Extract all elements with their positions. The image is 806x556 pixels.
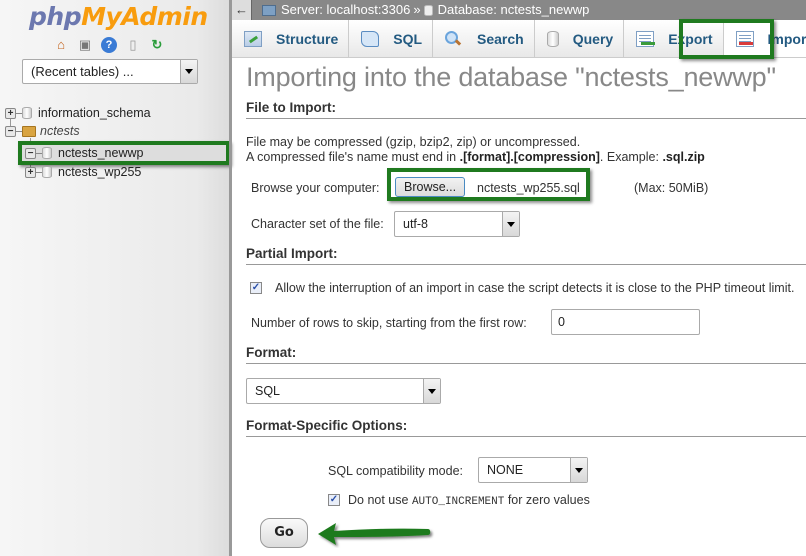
expand-icon[interactable]: + [5,107,16,119]
tab-label: Query [572,30,614,47]
tab-label: SQL [393,30,423,47]
sql-compat-select[interactable]: NONE [478,457,588,483]
selected-file-name: nctests_wp255.sql [477,181,580,195]
section-heading-format-specific-options: Format-Specific Options: [246,418,806,437]
sql-compat-label: SQL compatibility mode: [328,464,464,478]
section-heading-file-to-import: File to Import: [246,100,806,119]
tab-search[interactable]: Search [433,20,535,57]
tree-item-nctests-wp255[interactable]: + nctests_wp255 [25,163,141,181]
label-code: AUTO_INCREMENT [411,496,505,508]
allow-interrupt-label[interactable]: Allow the interruption of an import in c… [275,281,794,295]
chevron-down-icon[interactable] [180,60,197,83]
label-text: for zero values [504,493,590,507]
tab-query[interactable]: Query [535,20,625,57]
database-icon [42,147,52,159]
browse-label: Browse your computer: [251,181,380,195]
skip-rows-input[interactable]: 0 [551,309,700,335]
tab-bar: Structure SQL Search Query Export Import… [232,20,806,58]
database-icon [42,166,52,178]
database-query-icon [546,30,559,47]
tab-structure[interactable]: Structure [232,20,350,57]
structure-icon [244,30,262,47]
page-title: Importing into the database "nctests_new… [246,62,776,92]
sql-scroll-icon [361,30,380,47]
database-exit-icon[interactable]: ▣ [77,37,93,53]
collapse-icon[interactable]: − [25,147,36,159]
collapse-icon[interactable]: − [5,125,16,137]
note-format: .[format].[compression] [459,150,600,164]
charset-value: utf-8 [403,217,429,231]
tree-label[interactable]: nctests [40,124,80,138]
format-value: SQL [255,384,281,398]
tab-label: Search [477,30,524,47]
charset-label: Character set of the file: [251,217,384,231]
tree-label[interactable]: information_schema [38,106,151,120]
recent-tables-value: (Recent tables) ... [31,64,134,79]
note-text: . Example: [599,150,663,164]
breadcrumb-separator: » [413,2,421,17]
server-icon [262,4,276,16]
chevron-down-icon[interactable] [423,379,440,403]
breadcrumb-server[interactable]: Server: localhost:3306 [281,0,410,20]
skip-rows-label: Number of rows to skip, starting from th… [251,316,527,330]
expand-icon[interactable]: + [25,166,36,178]
tab-label: Structure [276,30,339,47]
back-arrow-icon[interactable]: ← [232,0,252,20]
import-icon [735,30,754,47]
breadcrumb: ← Server: localhost:3306 » Database: nct… [232,0,806,20]
label-text: Do not use [348,493,412,507]
phpmyadmin-logo[interactable]: phpMyAdmin [29,2,208,31]
tab-export[interactable]: Export [624,20,724,57]
tree-label[interactable]: nctests_newwp [58,146,143,160]
tree-item-nctests-newwp[interactable]: − nctests_newwp [25,144,143,162]
max-upload-size: (Max: 50MiB) [634,181,709,195]
tab-import[interactable]: Import [723,20,806,57]
breadcrumb-database[interactable]: Database: nctests_newwp [438,0,590,20]
chevron-down-icon[interactable] [570,458,587,482]
recent-tables-select[interactable]: (Recent tables) ... [22,59,198,84]
logo-text-php: php [29,2,82,31]
browse-button[interactable]: Browse... [395,177,466,197]
section-heading-partial-import: Partial Import: [246,246,806,265]
database-icon [423,4,433,16]
compression-format-note: A compressed file's name must end in .[f… [246,150,705,164]
no-auto-increment-label[interactable]: Do not use AUTO_INCREMENT for zero value… [348,493,590,508]
compression-note: File may be compressed (gzip, bzip2, zip… [246,135,581,149]
tab-sql[interactable]: SQL [349,20,434,57]
help-icon[interactable]: ? [101,37,117,53]
navigation-panel: phpMyAdmin ⌂ ▣ ? ▯ ↻ (Recent tables) ...… [0,0,232,556]
database-icon [22,107,32,119]
tab-label: Export [668,30,713,47]
format-select[interactable]: SQL [246,378,441,404]
reload-icon[interactable]: ↻ [149,37,165,53]
export-icon [636,30,656,47]
no-auto-increment-checkbox[interactable]: ✓ [328,494,340,506]
note-text: A compressed file's name must end in [246,150,460,164]
sql-compat-value: NONE [487,463,524,477]
go-button[interactable]: Go [260,518,308,548]
annotation-arrow-shape [318,523,431,545]
main-panel: ← Server: localhost:3306 » Database: nct… [232,0,806,556]
logo-text-myadmin: MyAdmin [81,2,208,31]
tree-label[interactable]: nctests_wp255 [58,165,141,179]
nav-icon-bar: ⌂ ▣ ? ▯ ↻ [53,37,165,53]
allow-interrupt-checkbox[interactable]: ✓ [250,282,262,294]
section-heading-format: Format: [246,345,806,364]
tree-item-nctests-group[interactable]: − nctests [5,122,80,140]
search-icon [445,30,463,47]
note-example: .sql.zip [662,150,705,164]
annotation-arrow-icon [318,523,431,545]
documentation-icon[interactable]: ▯ [125,37,141,53]
chevron-down-icon[interactable] [502,212,519,236]
tree-item-information-schema[interactable]: + information_schema [5,104,151,122]
database-group-icon [22,125,36,137]
tab-label: Import [767,30,806,47]
home-icon[interactable]: ⌂ [53,37,69,53]
charset-select[interactable]: utf-8 [394,211,520,237]
